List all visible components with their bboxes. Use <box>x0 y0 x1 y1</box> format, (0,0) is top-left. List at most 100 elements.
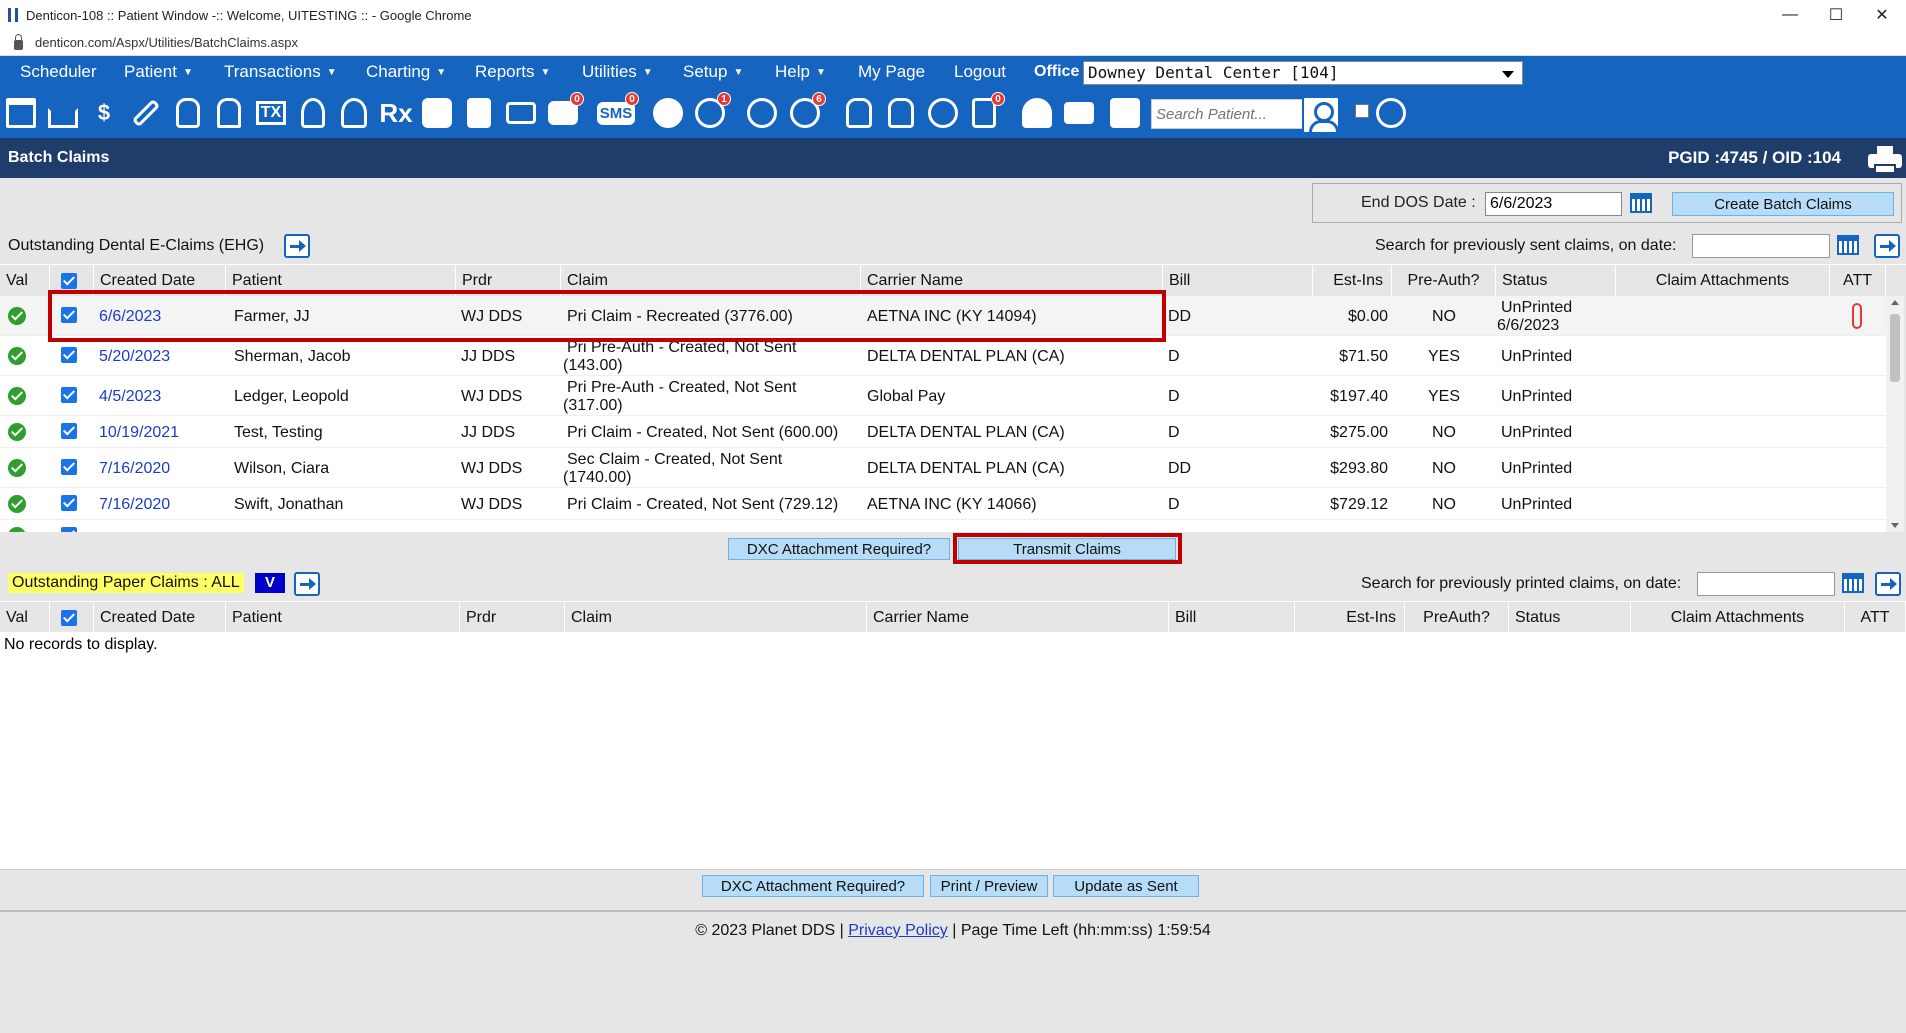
menu-patient[interactable]: Patient ▼ <box>124 62 193 82</box>
maximize-button[interactable]: ☐ <box>1813 0 1859 30</box>
download-icon[interactable] <box>1108 96 1142 130</box>
scroll-down-icon[interactable] <box>1891 523 1899 528</box>
tooth-icon[interactable] <box>212 96 246 130</box>
mail-icon[interactable] <box>504 96 538 130</box>
col-est-ins[interactable]: Est-Ins <box>1295 602 1405 634</box>
created-date-link[interactable]: 10/19/2021 <box>99 424 179 442</box>
support-icon[interactable]: 6 <box>788 92 826 130</box>
col-est-ins[interactable]: Est-Ins <box>1313 265 1392 297</box>
col-created-date[interactable]: Created Date <box>94 265 226 297</box>
row-checkbox[interactable] <box>61 387 77 403</box>
eclaims-scrollbar[interactable] <box>1886 296 1904 532</box>
close-button[interactable]: ✕ <box>1859 0 1905 30</box>
col-bill[interactable]: Bill <box>1163 265 1313 297</box>
row-checkbox[interactable] <box>61 307 77 323</box>
menu-my-page[interactable]: My Page <box>858 62 925 82</box>
menu-logout[interactable]: Logout <box>954 62 1006 82</box>
sms-icon[interactable]: SMS 0 <box>596 92 639 130</box>
col-val[interactable]: Val <box>0 265 50 297</box>
calendar-icon[interactable] <box>1842 573 1864 593</box>
tx-icon[interactable]: TX <box>254 96 288 130</box>
patients-icon[interactable] <box>337 96 371 130</box>
menu-scheduler[interactable]: Scheduler <box>20 62 97 82</box>
calendar-icon[interactable] <box>1630 193 1652 213</box>
col-status[interactable]: Status <box>1509 602 1631 634</box>
col-patient[interactable]: Patient <box>226 265 456 297</box>
pencil-icon[interactable] <box>129 96 163 130</box>
col-val[interactable]: Val <box>0 602 50 634</box>
select-all-checkbox[interactable] <box>61 273 77 289</box>
table-row[interactable]: 10/19/2021 Test, Testing JJ DDS Pri Clai… <box>0 416 1886 448</box>
menu-setup[interactable]: Setup ▼ <box>683 62 743 82</box>
col-att[interactable]: ATT <box>1845 602 1906 634</box>
table-row[interactable] <box>0 520 1886 532</box>
table-row[interactable]: 7/16/2020 Swift, Jonathan WJ DDS Pri Cla… <box>0 488 1886 520</box>
tooth-outline-icon[interactable] <box>842 96 876 130</box>
sent-claims-date-input[interactable] <box>1692 234 1830 258</box>
row-checkbox[interactable] <box>61 459 77 475</box>
col-prdr[interactable]: Prdr <box>460 602 565 634</box>
address-bar[interactable]: denticon.com/Aspx/Utilities/BatchClaims.… <box>0 30 1906 56</box>
col-created-date[interactable]: Created Date <box>94 602 226 634</box>
table-row[interactable]: 5/20/2023 Sherman, Jacob JJ DDS Pri Pre-… <box>0 336 1886 376</box>
col-claim-attachments[interactable]: Claim Attachments <box>1631 602 1845 634</box>
menu-charting[interactable]: Charting ▼ <box>366 62 446 82</box>
rx-icon[interactable]: Rx <box>379 96 413 130</box>
add-patient-icon[interactable] <box>296 96 330 130</box>
notes-icon[interactable] <box>420 96 454 130</box>
row-checkbox[interactable] <box>61 423 77 439</box>
table-row[interactable]: 6/6/2023 Farmer, JJ WJ DDS Pri Claim - R… <box>0 296 1886 336</box>
select-all-checkbox[interactable] <box>61 610 77 626</box>
created-date-link[interactable]: 6/6/2023 <box>99 308 161 326</box>
row-checkbox[interactable] <box>61 347 77 363</box>
table-row[interactable]: 7/16/2020 Wilson, Ciara WJ DDS Sec Claim… <box>0 448 1886 488</box>
arrow-right-icon[interactable] <box>1875 572 1901 596</box>
col-patient[interactable]: Patient <box>226 602 460 634</box>
arrow-right-icon[interactable] <box>1874 234 1900 258</box>
toolbar-checkbox[interactable] <box>1355 104 1369 118</box>
calendar-icon[interactable] <box>4 96 38 130</box>
col-prdr[interactable]: Prdr <box>456 265 561 297</box>
print-icon[interactable] <box>1062 96 1096 130</box>
minimize-button[interactable]: — <box>1767 0 1813 30</box>
col-select[interactable] <box>50 265 94 297</box>
globe-icon[interactable] <box>745 96 779 130</box>
printer-doc-icon[interactable] <box>462 96 496 130</box>
print-preview-button[interactable]: Print / Preview <box>930 875 1048 897</box>
family-icon[interactable] <box>1020 96 1054 130</box>
col-claim-attachments[interactable]: Claim Attachments <box>1616 265 1830 297</box>
globe-alert-icon[interactable]: 1 <box>693 92 731 130</box>
created-date-link[interactable]: 5/20/2023 <box>99 348 170 366</box>
chat-icon[interactable]: 0 <box>546 92 584 130</box>
paper-dxc-attachment-button[interactable]: DXC Attachment Required? <box>702 875 924 897</box>
checklist-icon[interactable]: 0 <box>967 92 1005 130</box>
row-checkbox[interactable] <box>61 495 77 511</box>
created-date-link[interactable]: 4/5/2023 <box>99 388 161 406</box>
col-carrier-name[interactable]: Carrier Name <box>861 265 1163 297</box>
tooth-chart-icon[interactable] <box>171 96 205 130</box>
magnifier-people-icon[interactable] <box>1374 96 1408 130</box>
menu-transactions[interactable]: Transactions ▼ <box>224 62 337 82</box>
menu-utilities[interactable]: Utilities ▼ <box>582 62 653 82</box>
col-att[interactable]: ATT <box>1830 265 1886 297</box>
dollar-icon[interactable]: $ <box>87 96 121 130</box>
row-checkbox[interactable] <box>61 527 77 532</box>
col-claim[interactable]: Claim <box>561 265 861 297</box>
col-claim[interactable]: Claim <box>565 602 867 634</box>
end-dos-input[interactable] <box>1485 192 1622 216</box>
col-pre-auth[interactable]: PreAuth? <box>1405 602 1509 634</box>
patient-search-icon[interactable] <box>1302 96 1340 134</box>
create-batch-claims-button[interactable]: Create Batch Claims <box>1672 192 1894 216</box>
update-as-sent-button[interactable]: Update as Sent <box>1053 875 1199 897</box>
created-date-link[interactable]: 7/16/2020 <box>99 496 170 514</box>
table-row[interactable]: 4/5/2023 Ledger, Leopold WJ DDS Pri Pre-… <box>0 376 1886 416</box>
col-status[interactable]: Status <box>1496 265 1616 297</box>
col-carrier-name[interactable]: Carrier Name <box>867 602 1169 634</box>
arrow-right-icon[interactable] <box>294 572 320 596</box>
menu-help[interactable]: Help ▼ <box>775 62 826 82</box>
paperclip-icon[interactable] <box>1852 303 1862 329</box>
paper-filter-v[interactable]: V <box>255 573 285 593</box>
col-select[interactable] <box>50 602 94 634</box>
calendar-icon[interactable] <box>1837 235 1859 255</box>
printed-claims-date-input[interactable] <box>1697 572 1835 596</box>
